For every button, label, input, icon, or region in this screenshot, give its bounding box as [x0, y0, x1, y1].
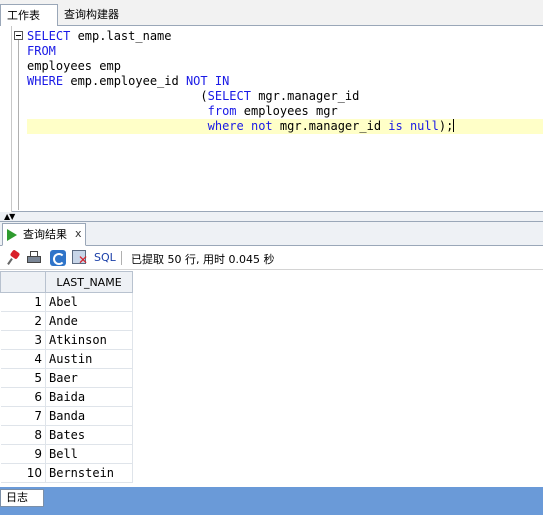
sql-keyword: where: [207, 119, 244, 133]
row-number[interactable]: 4: [0, 349, 46, 369]
table-row[interactable]: 6 Baida: [0, 387, 133, 407]
fold-guide-line: [18, 40, 19, 210]
query-results-label: 查询结果: [23, 228, 67, 241]
tab-query-builder[interactable]: 查询构建器: [58, 4, 140, 26]
code-line[interactable]: SELECT emp.last_name: [27, 29, 543, 44]
table-row[interactable]: 1 Abel: [0, 292, 133, 312]
cell-last-name[interactable]: Banda: [45, 406, 133, 426]
row-number[interactable]: 9: [0, 444, 46, 464]
table-row[interactable]: 9 Bell: [0, 444, 133, 464]
results-grid[interactable]: LAST_NAME 1 Abel 2 Ande 3 Atkinson 4 Austin 5 Bae…: [0, 270, 543, 487]
editor-gutter: [0, 26, 12, 212]
row-number[interactable]: 6: [0, 387, 46, 407]
sql-code[interactable]: SELECT emp.last_name FROM employees emp WHE…: [27, 29, 543, 134]
play-icon: [7, 229, 17, 241]
sql-text: employees emp: [27, 59, 121, 73]
worksheet-tab-bar: 工作表 查询构建器: [0, 0, 543, 27]
code-line[interactable]: from employees mgr: [27, 104, 543, 119]
cell-last-name[interactable]: Atkinson: [45, 330, 133, 350]
results-table: LAST_NAME 1 Abel 2 Ande 3 Atkinson 4 Austin 5 Bae…: [0, 271, 133, 483]
row-number-header[interactable]: [0, 271, 46, 293]
row-number[interactable]: 8: [0, 425, 46, 445]
sql-keyword: null: [409, 119, 439, 133]
tab-worksheet[interactable]: 工作表: [0, 4, 58, 27]
sql-keyword: from: [207, 104, 237, 118]
tab-query-results[interactable]: 查询结果 x: [2, 223, 86, 246]
cell-last-name[interactable]: Bell: [45, 444, 133, 464]
delete-icon[interactable]: ✕: [72, 250, 88, 266]
table-row[interactable]: 2 Ande: [0, 311, 133, 331]
code-line[interactable]: (SELECT mgr.manager_id: [27, 89, 543, 104]
cell-last-name[interactable]: Bernstein: [45, 463, 133, 483]
pin-icon[interactable]: [6, 249, 22, 266]
panel-splitter[interactable]: ▲▼: [0, 212, 543, 222]
sql-text: emp.last_name: [70, 29, 172, 43]
sql-text: emp.employee_id: [63, 74, 186, 88]
refresh-icon[interactable]: [50, 250, 66, 266]
toolbar-separator: [121, 251, 122, 265]
sql-button[interactable]: SQL: [94, 251, 116, 264]
splitter-arrows-icon[interactable]: ▲▼: [4, 213, 15, 221]
row-number[interactable]: 2: [0, 311, 46, 331]
code-line[interactable]: employees emp: [27, 59, 543, 74]
cell-last-name[interactable]: Bates: [45, 425, 133, 445]
row-number[interactable]: 10: [0, 463, 46, 483]
cell-last-name[interactable]: Baida: [45, 387, 133, 407]
code-line[interactable]: FROM: [27, 44, 543, 59]
table-row[interactable]: 4 Austin: [0, 349, 133, 369]
sql-text: employees mgr: [236, 104, 338, 118]
code-line[interactable]: WHERE emp.employee_id NOT IN: [27, 74, 543, 89]
text-caret: [453, 119, 455, 132]
sql-keyword: SELECT: [207, 89, 251, 103]
close-tab-icon[interactable]: x: [75, 223, 82, 244]
print-icon[interactable]: [26, 250, 42, 266]
sql-keyword: not: [250, 119, 273, 133]
fold-collapse-icon[interactable]: [14, 31, 23, 40]
tab-log[interactable]: 日志: [0, 489, 44, 507]
table-row[interactable]: 3 Atkinson: [0, 330, 133, 350]
row-number[interactable]: 3: [0, 330, 46, 350]
table-row[interactable]: 5 Baer: [0, 368, 133, 388]
sql-text: );: [438, 119, 454, 133]
log-bar: 日志: [0, 487, 543, 515]
row-number[interactable]: 7: [0, 406, 46, 426]
sql-keyword: FROM: [27, 44, 56, 58]
cell-last-name[interactable]: Baer: [45, 368, 133, 388]
cell-last-name[interactable]: Ande: [45, 311, 133, 331]
results-tab-bar: 查询结果 x: [0, 222, 543, 246]
sql-text: mgr.manager_id: [250, 89, 360, 103]
sql-editor[interactable]: SELECT emp.last_name FROM employees emp WHE…: [0, 26, 543, 212]
fetch-status: 已提取 50 行, 用时 0.045 秒: [131, 253, 275, 266]
cell-last-name[interactable]: Austin: [45, 349, 133, 369]
sql-keyword: SELECT: [27, 29, 71, 43]
table-row[interactable]: 10 Bernstein: [0, 463, 133, 483]
results-toolbar: ✕ SQL 已提取 50 行, 用时 0.045 秒: [0, 246, 543, 270]
cell-last-name[interactable]: Abel: [45, 292, 133, 312]
sql-keyword: WHERE: [27, 74, 64, 88]
code-line[interactable]: where not mgr.manager_id is null);: [27, 119, 543, 134]
row-number[interactable]: 1: [0, 292, 46, 312]
sql-keyword: is: [388, 119, 403, 133]
table-row[interactable]: 7 Banda: [0, 406, 133, 426]
row-number[interactable]: 5: [0, 368, 46, 388]
sql-keyword: NOT IN: [185, 74, 230, 88]
sql-text: (: [27, 89, 208, 103]
column-header-last-name[interactable]: LAST_NAME: [45, 271, 133, 293]
table-row[interactable]: 8 Bates: [0, 425, 133, 445]
sql-text: mgr.manager_id: [272, 119, 389, 133]
